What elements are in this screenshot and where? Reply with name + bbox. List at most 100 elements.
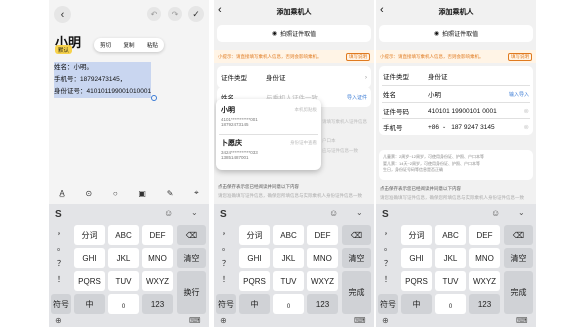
clear-button[interactable]: 清空 bbox=[177, 248, 206, 268]
symbol-key[interactable]: 符号 bbox=[51, 294, 71, 314]
emoji-icon[interactable]: ☺ bbox=[329, 208, 338, 218]
letter-key[interactable]: ABC bbox=[435, 225, 466, 245]
redo-icon[interactable]: ↷ bbox=[168, 7, 182, 21]
globe-icon[interactable]: ⊕ bbox=[55, 316, 62, 325]
keyboard-hide-icon[interactable]: ⌨ bbox=[516, 316, 528, 325]
keyboard-hide-icon[interactable]: ⌨ bbox=[354, 316, 366, 325]
scan-id-button[interactable]: ◉ 拍照证件取值 bbox=[379, 25, 533, 42]
letter-key[interactable]: 分词 bbox=[239, 225, 270, 245]
tag-badge[interactable]: 默认 bbox=[55, 45, 73, 54]
punct-key[interactable]: 。 bbox=[216, 240, 236, 254]
letter-key[interactable]: JKL bbox=[273, 248, 304, 268]
letter-key[interactable]: GHI bbox=[74, 248, 105, 268]
id-type-row[interactable]: 证件类型 身份证 bbox=[379, 68, 533, 84]
number-key[interactable]: 123 bbox=[142, 294, 173, 314]
letter-key[interactable]: WXYZ bbox=[142, 271, 173, 291]
enter-button[interactable]: 完成 bbox=[342, 271, 371, 314]
clear-button[interactable]: 清空 bbox=[504, 248, 533, 268]
letter-key[interactable]: MNO bbox=[469, 248, 500, 268]
phone-value[interactable]: 187 9247 3145 bbox=[451, 124, 494, 131]
symbol-key[interactable]: 符号 bbox=[216, 294, 236, 314]
text-style-icon[interactable]: A̲ bbox=[59, 189, 64, 198]
import-link[interactable]: 输入导入 bbox=[509, 91, 529, 98]
ime-logo-icon[interactable]: S bbox=[55, 209, 62, 220]
enter-button[interactable]: 完成 bbox=[504, 271, 533, 314]
letter-key[interactable]: PQRS bbox=[239, 271, 270, 291]
undo-icon[interactable]: ↶ bbox=[147, 7, 161, 21]
menu-copy[interactable]: 复制 bbox=[123, 41, 134, 49]
letter-key[interactable]: JKL bbox=[435, 248, 466, 268]
clear-icon[interactable]: ⊗ bbox=[524, 107, 529, 115]
name-value[interactable]: 小明 bbox=[428, 89, 441, 99]
punct-key[interactable]: ， bbox=[51, 224, 71, 238]
chevron-down-icon[interactable]: ⌄ bbox=[356, 208, 363, 217]
name-row[interactable]: 姓名 小明 输入导入 bbox=[379, 86, 533, 102]
import-id-link[interactable]: 导入证件 bbox=[347, 94, 367, 101]
keyboard-hide-icon[interactable]: ⌨ bbox=[189, 316, 201, 325]
letter-key[interactable]: PQRS bbox=[74, 271, 105, 291]
letter-key[interactable]: TUV bbox=[435, 271, 466, 291]
id-type-row[interactable]: 证件类型 身份证 › bbox=[217, 69, 371, 85]
punct-key[interactable]: 。 bbox=[51, 240, 71, 254]
space-key[interactable]: 0 bbox=[273, 294, 304, 314]
emoji-icon[interactable]: ☺ bbox=[164, 208, 173, 218]
note-body[interactable]: 姓名：小明。 手机号：18792473145， 身份证号：41010119900… bbox=[54, 62, 152, 98]
punct-key[interactable]: ！ bbox=[216, 272, 236, 286]
punct-key[interactable]: 。 bbox=[378, 240, 398, 254]
letter-key[interactable]: MNO bbox=[142, 248, 173, 268]
letter-key[interactable]: WXYZ bbox=[307, 271, 338, 291]
phone-row[interactable]: 手机号 +86 ⌄ 187 9247 3145 ⊗ bbox=[379, 119, 533, 135]
id-number-row[interactable]: 证件号码 410101 19900101 0001 ⊗ bbox=[379, 103, 533, 119]
letter-key[interactable]: 分词 bbox=[74, 225, 105, 245]
space-key[interactable]: 0 bbox=[108, 294, 139, 314]
chevron-down-icon[interactable]: ⌄ bbox=[518, 208, 525, 217]
letter-key[interactable]: JKL bbox=[108, 248, 139, 268]
letter-key[interactable]: GHI bbox=[401, 248, 432, 268]
letter-key[interactable]: ABC bbox=[108, 225, 139, 245]
selection-handle[interactable] bbox=[151, 95, 157, 101]
punct-key[interactable]: ， bbox=[216, 224, 236, 238]
backspace-icon[interactable]: ⌫ bbox=[177, 225, 206, 245]
enter-button[interactable]: 换行 bbox=[177, 271, 206, 314]
punct-key[interactable]: ？ bbox=[51, 256, 71, 270]
checklist-icon[interactable]: ⊙ bbox=[85, 189, 92, 198]
circle-icon[interactable]: ○ bbox=[113, 189, 118, 198]
letter-key[interactable]: TUV bbox=[108, 271, 139, 291]
letter-key[interactable]: WXYZ bbox=[469, 271, 500, 291]
punct-key[interactable]: ， bbox=[378, 224, 398, 238]
number-key[interactable]: 123 bbox=[307, 294, 338, 314]
scan-id-button[interactable]: ◉ 拍照证件取值 bbox=[217, 25, 371, 42]
back-button[interactable]: ‹ bbox=[54, 6, 71, 23]
letter-key[interactable]: DEF bbox=[307, 225, 338, 245]
pen-icon[interactable]: ✎ bbox=[167, 189, 174, 198]
globe-icon[interactable]: ⊕ bbox=[382, 316, 389, 325]
letter-key[interactable]: GHI bbox=[239, 248, 270, 268]
emoji-icon[interactable]: ☺ bbox=[491, 208, 500, 218]
tip-help-button[interactable]: 填写说明 bbox=[508, 52, 532, 61]
letter-key[interactable]: TUV bbox=[273, 271, 304, 291]
attachment-icon[interactable]: ⌖ bbox=[194, 188, 199, 198]
backspace-icon[interactable]: ⌫ bbox=[342, 225, 371, 245]
letter-key[interactable]: MNO bbox=[307, 248, 338, 268]
lang-switch-key[interactable]: 中 bbox=[401, 294, 432, 314]
letter-key[interactable]: 分词 bbox=[401, 225, 432, 245]
lang-switch-key[interactable]: 中 bbox=[74, 294, 105, 314]
suggestion-item[interactable]: 小明 4101***********001 18792473145 本机剪贴板 bbox=[221, 105, 317, 133]
lang-switch-key[interactable]: 中 bbox=[239, 294, 270, 314]
letter-key[interactable]: DEF bbox=[469, 225, 500, 245]
letter-key[interactable]: PQRS bbox=[401, 271, 432, 291]
ime-logo-icon[interactable]: S bbox=[382, 209, 389, 220]
menu-cut[interactable]: 剪切 bbox=[100, 41, 111, 49]
id-number-value[interactable]: 410101 19900101 0001 bbox=[428, 108, 497, 115]
clear-icon[interactable]: ⊗ bbox=[524, 123, 529, 131]
punct-key[interactable]: ？ bbox=[378, 256, 398, 270]
country-code[interactable]: +86 bbox=[428, 124, 442, 131]
number-key[interactable]: 123 bbox=[469, 294, 500, 314]
punct-key[interactable]: ？ bbox=[216, 256, 236, 270]
backspace-icon[interactable]: ⌫ bbox=[504, 225, 533, 245]
letter-key[interactable]: ABC bbox=[273, 225, 304, 245]
globe-icon[interactable]: ⊕ bbox=[220, 316, 227, 325]
symbol-key[interactable]: 符号 bbox=[378, 294, 398, 314]
tip-help-button[interactable]: 填写说明 bbox=[346, 52, 370, 61]
space-key[interactable]: 0 bbox=[435, 294, 466, 314]
